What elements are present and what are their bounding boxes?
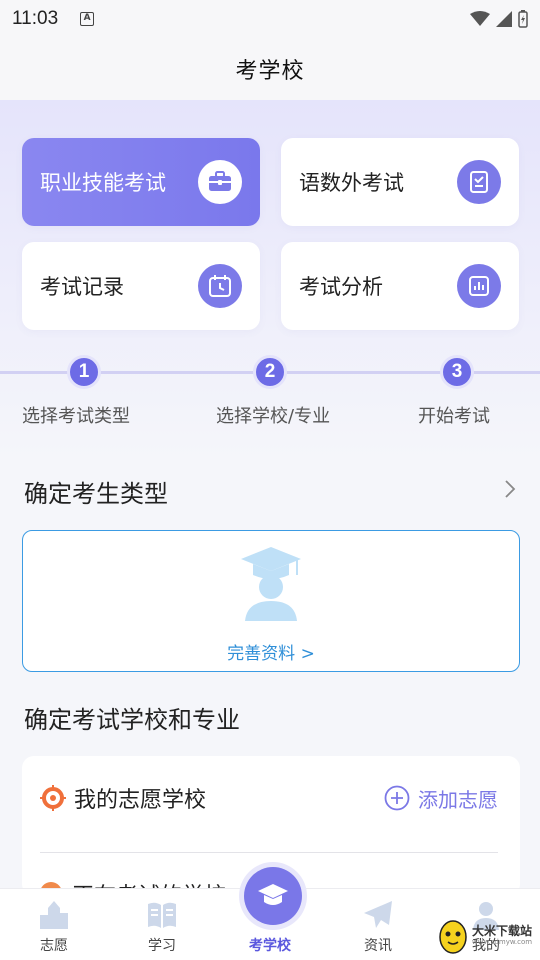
card-vocational-exam[interactable]: 职业技能考试 [22, 138, 260, 226]
card-chinese-math-english-exam[interactable]: 语数外考试 [281, 138, 519, 226]
paper-plane-icon [364, 901, 392, 928]
step-1-label: 选择考试类型 [22, 406, 130, 427]
school-major-title: 确定考试学校和专业 [24, 706, 240, 734]
add-preference-label: 添加志愿 [418, 787, 498, 812]
my-school-label: 我的志愿学校 [74, 788, 207, 813]
add-preference-button[interactable]: 添加志愿 [384, 784, 498, 813]
card-exam-analysis[interactable]: 考试分析 [281, 242, 519, 330]
notification-a-icon: A [80, 12, 95, 26]
my-school-row[interactable]: 我的志愿学校 添加志愿 [40, 778, 498, 818]
wifi-icon [470, 11, 490, 26]
status-time: 11:03 [12, 8, 59, 29]
complete-profile-link[interactable]: 完善资料 > [23, 639, 519, 664]
building-icon [40, 901, 68, 929]
status-bar: 11:03 A [0, 0, 540, 38]
tab-study[interactable]: 学习 [108, 889, 216, 960]
tab-exam-school[interactable]: 考学校 [216, 867, 324, 960]
tab-news[interactable]: 资讯 [324, 889, 432, 960]
target-location-icon [40, 785, 66, 811]
candidate-type-title: 确定考生类型 [24, 480, 168, 508]
clock-calendar-icon [198, 264, 242, 308]
step-2-dot: 2 [253, 355, 287, 389]
tab-label: 学习 [148, 938, 176, 954]
page-title: 考学校 [235, 59, 305, 84]
battery-icon [518, 10, 528, 28]
clipboard-check-icon [457, 160, 501, 204]
card-label: 考试记录 [40, 275, 124, 299]
card-label: 职业技能考试 [40, 171, 166, 195]
tab-volunteer[interactable]: 志愿 [0, 889, 108, 960]
tab-label: 志愿 [40, 938, 68, 954]
step-progress: 1 选择考试类型 2 选择学校/专业 3 开始考试 [0, 352, 540, 432]
signal-icon [496, 11, 512, 27]
center-tab-button[interactable] [244, 867, 302, 925]
graduate-avatar-icon [241, 547, 301, 621]
step-1-dot: 1 [67, 355, 101, 389]
card-label: 语数外考试 [299, 171, 404, 195]
card-label: 考试分析 [299, 275, 383, 299]
bar-chart-icon [457, 264, 501, 308]
graduation-cap-icon [258, 884, 288, 905]
step-3-dot: 3 [440, 355, 474, 389]
candidate-profile-card[interactable]: 完善资料 > [22, 530, 520, 672]
watermark-url: www.zdmyw.com [472, 938, 533, 946]
step-2-label: 选择学校/专业 [216, 406, 331, 427]
step-3-label: 开始考试 [418, 406, 490, 427]
mascot-logo-icon [439, 920, 467, 954]
book-icon [148, 902, 176, 928]
watermark-text: 大米下载站 [472, 924, 533, 938]
chevron-right-icon[interactable] [504, 478, 516, 500]
briefcase-icon [198, 160, 242, 204]
tab-label: 资讯 [364, 938, 392, 954]
divider [40, 852, 498, 853]
plus-circle-icon [384, 785, 410, 811]
title-bar: 考学校 [0, 38, 540, 100]
card-exam-records[interactable]: 考试记录 [22, 242, 260, 330]
watermark: 大米下载站 www.zdmyw.com [438, 912, 538, 958]
tab-label: 考学校 [249, 938, 291, 954]
